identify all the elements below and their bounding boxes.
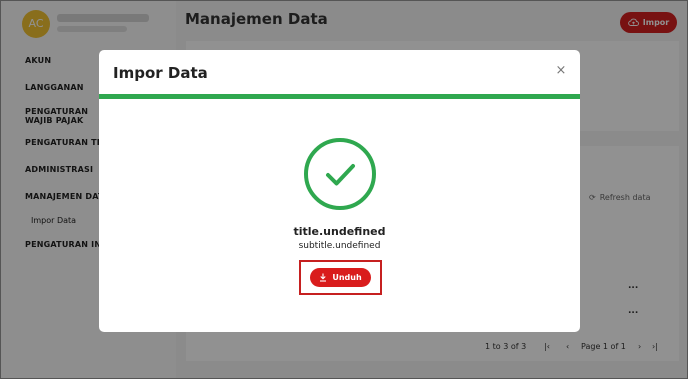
close-icon[interactable]: × — [554, 64, 568, 78]
app-window: AC AKUN LANGGANAN PENGATURAN WAJIB PAJAK… — [0, 0, 688, 379]
download-button-label: Unduh — [332, 273, 362, 282]
progress-bar-complete — [99, 94, 580, 99]
check-circle-icon — [304, 138, 376, 210]
modal-title: Impor Data — [113, 64, 208, 82]
download-icon — [320, 273, 327, 282]
import-data-modal: Impor Data × title.undefined subtitle.un… — [99, 50, 580, 332]
download-button[interactable]: Unduh — [310, 268, 371, 287]
status-subtitle: subtitle.undefined — [298, 241, 381, 251]
status-title: title.undefined — [293, 225, 386, 238]
download-highlight: Unduh — [299, 260, 382, 295]
